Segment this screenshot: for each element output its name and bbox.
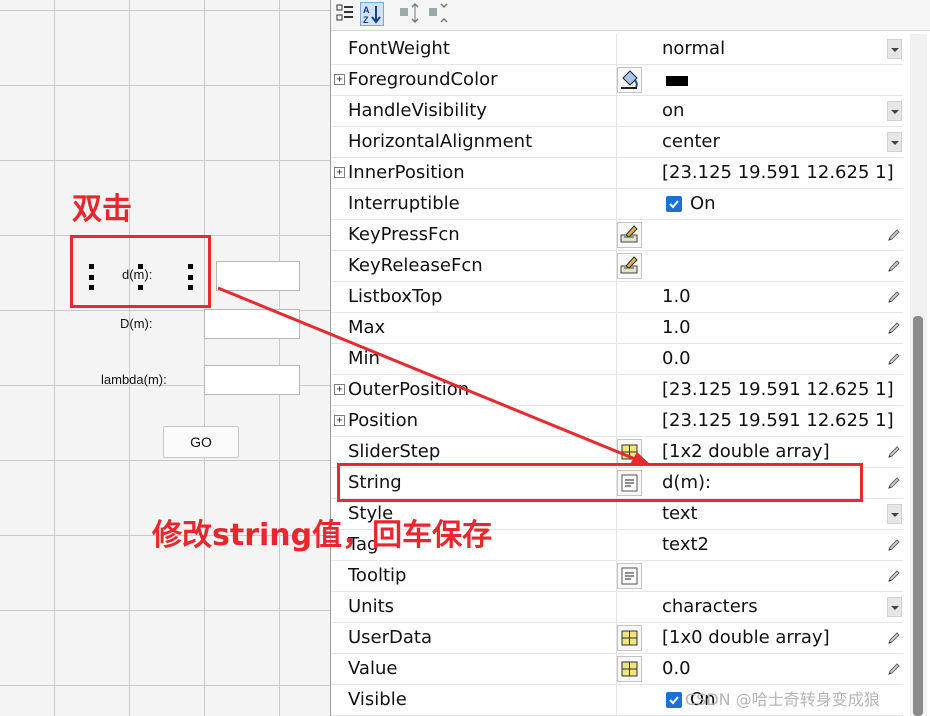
annotation-arrow xyxy=(217,286,652,466)
watermark: CSDN @哈士奇转身变成狼 xyxy=(685,690,880,709)
